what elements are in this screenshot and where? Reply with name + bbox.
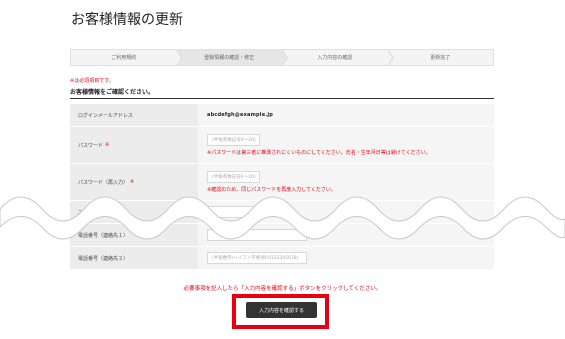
step-complete: 更新完了 — [387, 49, 494, 66]
instruction-message: 必要事項を記入したら「入力内容を確認する」ボタンをクリックしてください。 — [183, 286, 382, 292]
progress-steps: ご利用規約 登録情報の確認・修正 入力内容の確認 更新完了 — [70, 49, 494, 67]
password-row: パスワード ※ (半角英数記号6〜20) ※パスワードは第三者に推測されにくいもの… — [70, 127, 494, 164]
required-note: ※は必須項目です。 — [70, 78, 114, 84]
step-review: 入力内容の確認 — [282, 49, 394, 67]
step-terms: ご利用規約 — [70, 49, 183, 67]
password-input[interactable]: (半角英数記号6〜20) — [207, 134, 260, 146]
password-hint: ※パスワードは第三者に推測されにくいものにしてください。氏名・生年月日等は避けて… — [207, 150, 431, 156]
email-row: ログインメールアドレス abcdefgh@example.jp — [70, 104, 494, 127]
torn-edge-overlay — [0, 196, 565, 240]
email-label: ログインメールアドレス — [70, 104, 198, 126]
step-confirm-edit: 登録情報の確認・修正 — [176, 49, 288, 67]
divider — [70, 98, 494, 99]
page-title: お客様情報の更新 — [71, 12, 183, 28]
section-heading: お客様情報をご確認ください。 — [70, 89, 155, 96]
password-label: パスワード ※ — [70, 127, 198, 163]
password-confirm-input[interactable]: (半角英数記号6〜20) — [207, 171, 260, 183]
email-value: abcdefgh@example.jp — [207, 112, 274, 118]
confirm-input-button[interactable]: 入力内容を確認する — [246, 302, 317, 318]
